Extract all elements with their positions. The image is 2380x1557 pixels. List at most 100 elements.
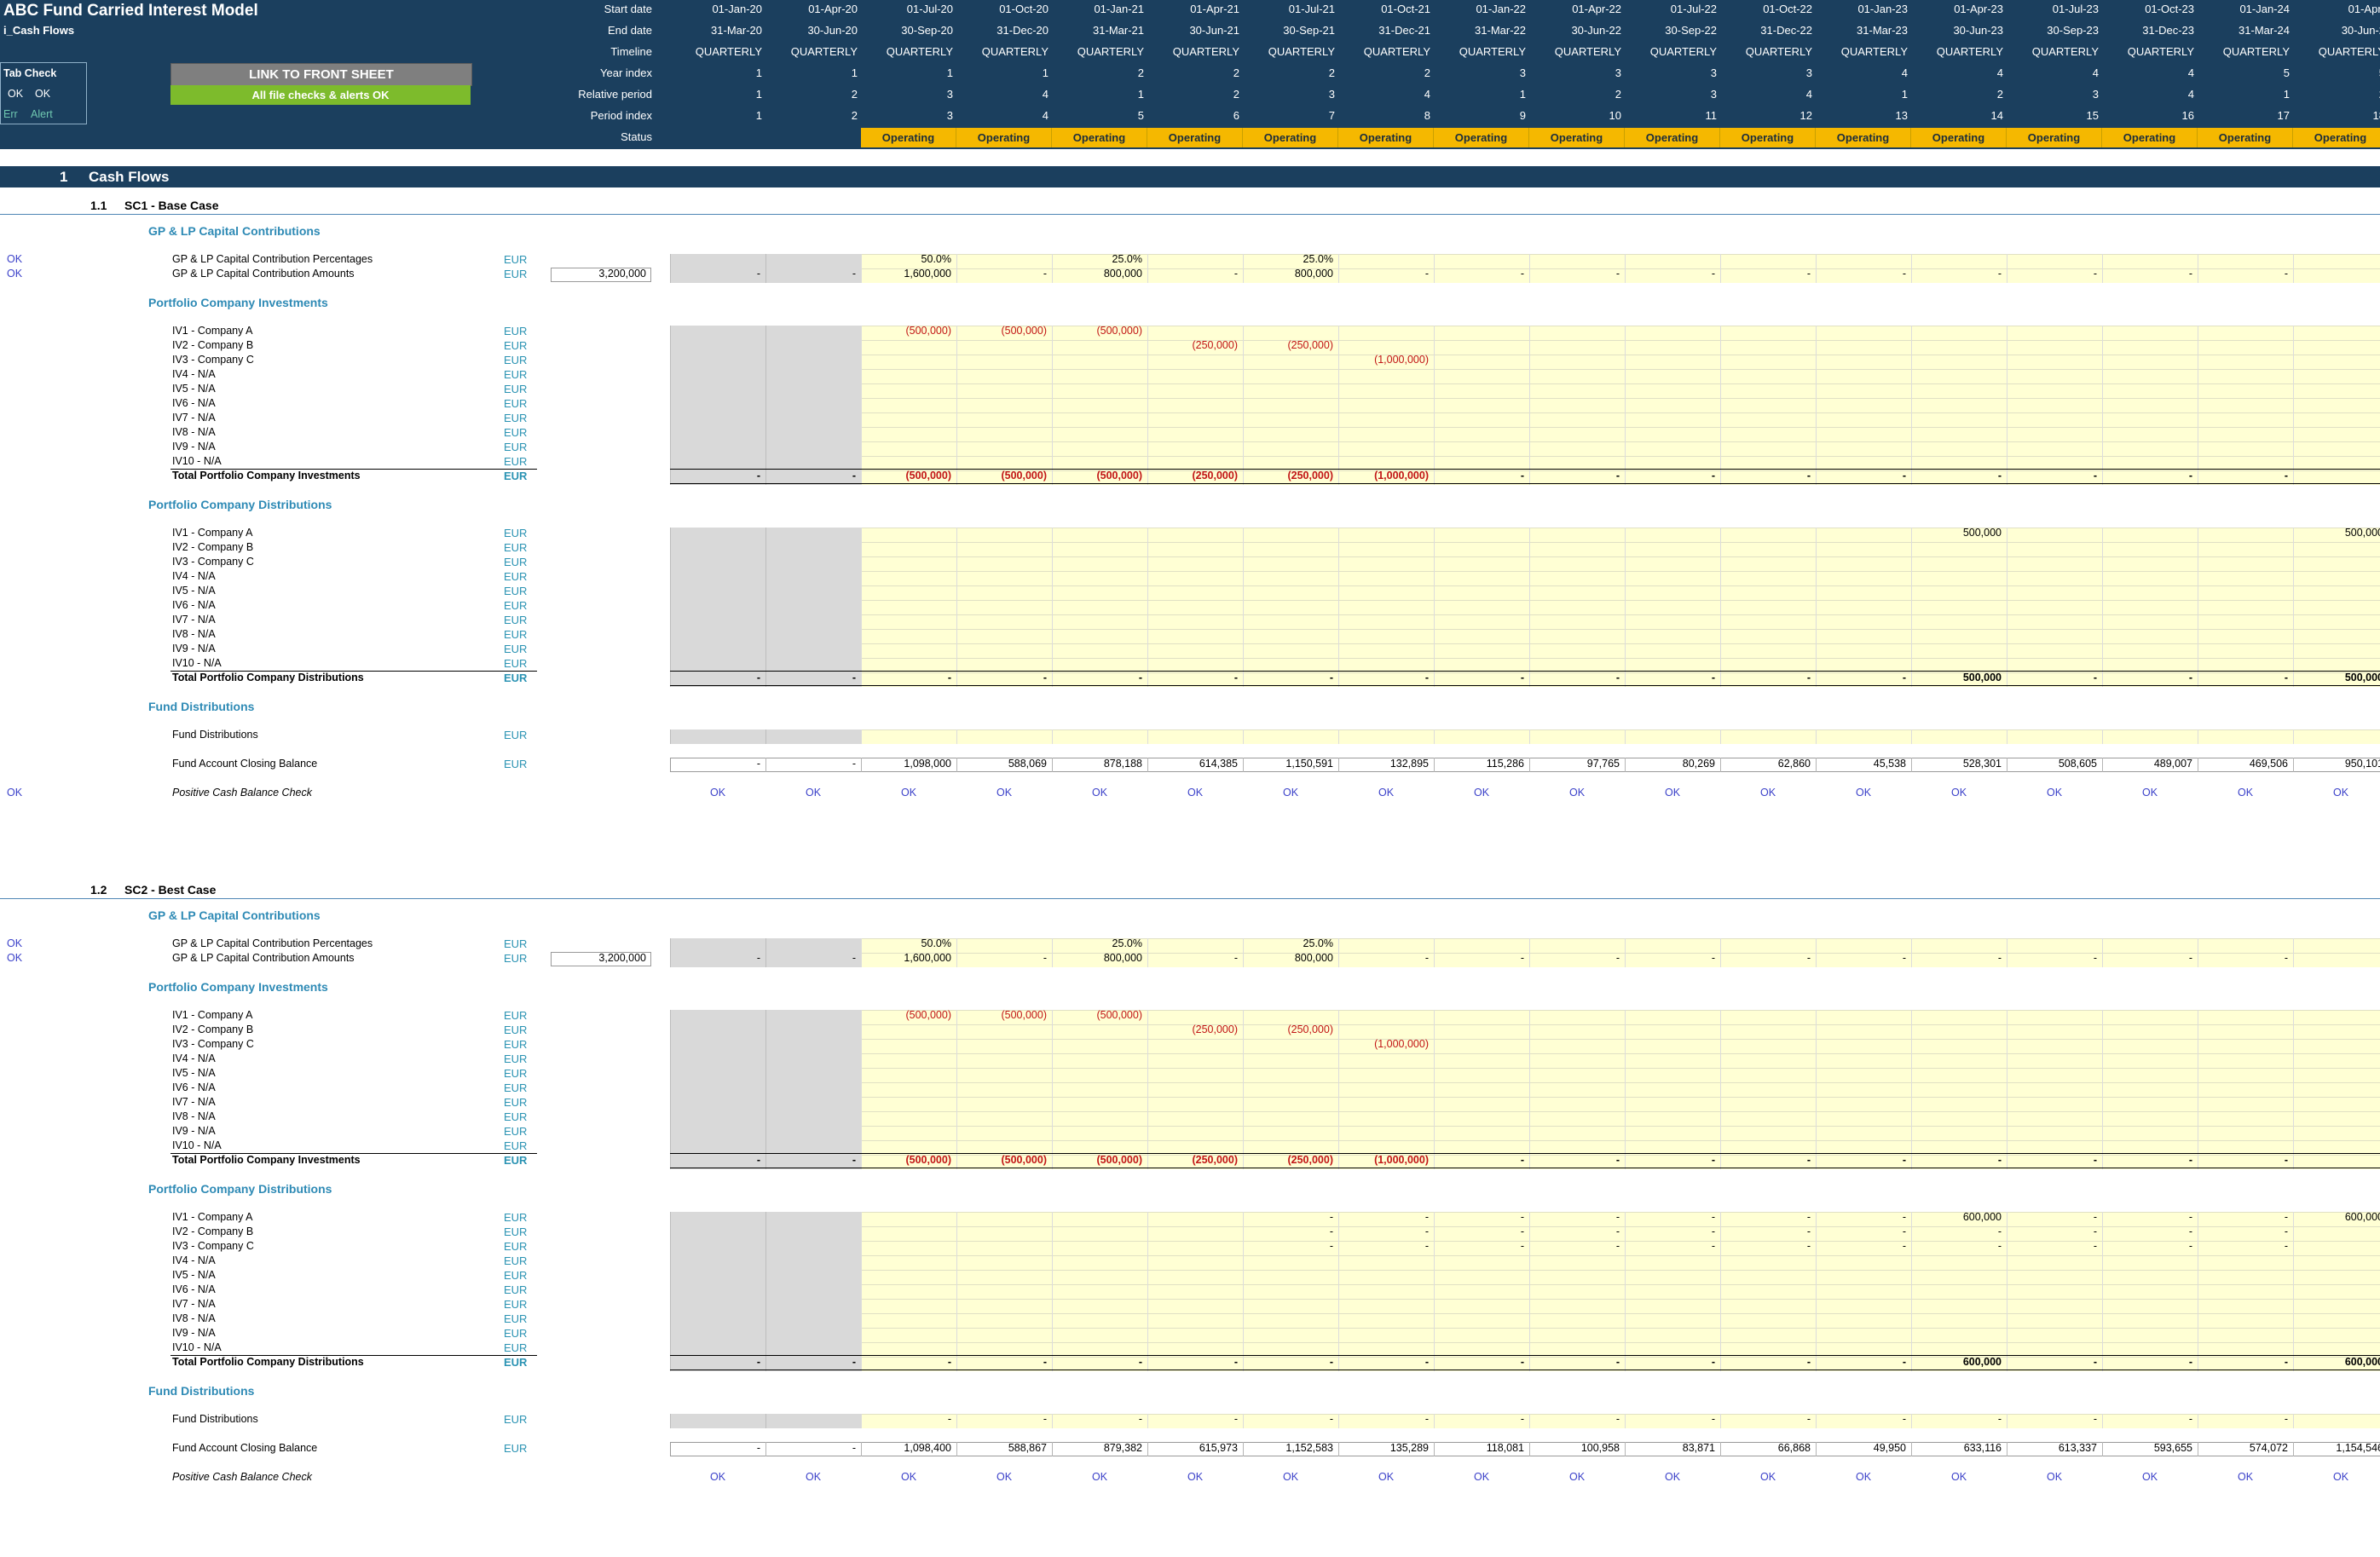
header-row-label: Relative period: [578, 88, 652, 101]
period-index-cell: 5: [1137, 109, 1144, 122]
value-cell: -: [756, 268, 760, 280]
value-cell: 25.0%: [1303, 937, 1333, 949]
value-cell: 800,000: [1294, 952, 1333, 964]
scenario-rule: [0, 214, 2380, 215]
row-unit: EUR: [504, 556, 528, 568]
row-unit: EUR: [504, 368, 528, 381]
end-date-cell: 30-Jun-2: [2341, 24, 2380, 37]
row-unit: EUR: [504, 383, 528, 395]
check-cell: OK: [996, 787, 1013, 799]
value-cell: -: [1615, 1154, 1620, 1166]
value-cell: -: [1424, 952, 1429, 964]
value-cell: 83,871: [1682, 1442, 1715, 1454]
value-cell: -: [1806, 268, 1811, 280]
value-cell: 50.0%: [921, 937, 951, 949]
year-index-cell: 2: [1233, 66, 1239, 79]
value-cell: (1,000,000): [1374, 354, 1429, 366]
row-unit: EUR: [504, 1081, 528, 1094]
value-cell: -: [1806, 470, 1811, 482]
value-cell: 80,269: [1682, 758, 1715, 770]
block-title-contributions: GP & LP Capital Contributions: [148, 224, 321, 238]
end-date-cell: 30-Sep-23: [2047, 24, 2099, 37]
value-cell: -: [2093, 1413, 2097, 1425]
header-row-label: Period index: [590, 109, 652, 122]
year-index-cell: 3: [1805, 66, 1812, 79]
check-cell: OK: [1664, 787, 1681, 799]
value-cell: 97,765: [1586, 758, 1620, 770]
row-unit: EUR: [504, 1225, 528, 1238]
relative-period-cell: 2: [1615, 88, 1621, 101]
header-row-label: Year index: [600, 66, 652, 79]
value-cell: -: [1233, 672, 1238, 683]
value-cell: (1,000,000): [1374, 470, 1429, 482]
link-to-front-sheet-button[interactable]: LINK TO FRONT SHEET: [170, 63, 472, 86]
check-cell: OK: [2141, 1471, 2158, 1483]
end-date-cell: 30-Jun-23: [1953, 24, 2003, 37]
check-cell: OK: [1568, 787, 1586, 799]
value-cell: -: [947, 1413, 951, 1425]
period-index-cell: 8: [1424, 109, 1430, 122]
value-cell: -: [756, 1442, 760, 1454]
value-cell: -: [2188, 672, 2192, 683]
year-index-cell: 5: [2290, 66, 2380, 80]
value-cell: 469,506: [2249, 758, 2288, 770]
check-cell: OK: [1282, 787, 1299, 799]
tab-check-title: Tab Check: [3, 67, 57, 79]
value-cell: -: [2284, 1225, 2288, 1237]
value-cell: (500,000): [905, 470, 951, 482]
row-unit: EUR: [504, 426, 528, 439]
total-rule: [170, 1153, 537, 1154]
relative-period-cell: 3: [2092, 88, 2099, 101]
value-cell: -: [2188, 470, 2192, 482]
value-cell: (250,000): [1287, 1024, 1333, 1035]
timeline-cell: QUARTERLY: [1649, 45, 1717, 58]
value-cell: -: [1424, 1413, 1429, 1425]
period-index-cell: 13: [1895, 109, 1908, 122]
row-check: OK: [7, 952, 23, 964]
value-cell: -: [1711, 1240, 1715, 1252]
timeline-cell: QUARTERLY: [1936, 45, 2003, 58]
value-cell: -: [756, 672, 760, 683]
value-cell: -: [1615, 672, 1620, 683]
status-cell: Operating: [1816, 128, 1911, 147]
check-cell: OK: [805, 787, 822, 799]
row-unit: EUR: [504, 354, 528, 366]
value-cell: -: [1329, 672, 1333, 683]
value-cell: -: [2093, 1154, 2097, 1166]
check-cell: OK: [1664, 1471, 1681, 1483]
start-date-cell: 01-Apr-21: [1190, 3, 1239, 15]
value-cell: -: [1711, 268, 1715, 280]
block-title-investments: Portfolio Company Investments: [148, 980, 328, 994]
value-cell: 593,655: [2153, 1442, 2192, 1454]
value-cell: -: [2188, 268, 2192, 280]
row-label: IV5 - N/A: [172, 383, 216, 395]
status-cell: Operating: [956, 128, 1052, 147]
check-cell: OK: [1855, 1471, 1872, 1483]
year-index-cell: 2: [1424, 66, 1430, 79]
start-date-cell: 01-Apr-: [2348, 3, 2380, 15]
value-cell: -: [947, 1356, 951, 1368]
period-index-cell: 11: [1705, 109, 1718, 122]
input-area-yellow: [861, 1010, 2380, 1169]
value-cell: -: [1329, 1211, 1333, 1223]
year-index-cell: 4: [2092, 66, 2099, 79]
row-label: IV4 - N/A: [172, 570, 216, 582]
check-cell: OK: [900, 1471, 917, 1483]
check-cell: OK: [1187, 1471, 1204, 1483]
value-cell: -: [1424, 672, 1429, 683]
value-cell: 500,000: [1962, 527, 2002, 539]
timeline-cell: QUARTERLY: [1268, 45, 1335, 58]
start-date-cell: 01-Jul-22: [1670, 3, 1717, 15]
row-label: IV9 - N/A: [172, 1125, 216, 1137]
value-cell: -: [1043, 1413, 1047, 1425]
row-unit: EUR: [504, 1298, 528, 1311]
timeline-cell: QUARTERLY: [695, 45, 762, 58]
row-label: IV8 - N/A: [172, 628, 216, 640]
value-cell: -: [2188, 952, 2192, 964]
value-cell: -: [2093, 1240, 2097, 1252]
value-cell: 600,000: [1962, 1211, 2002, 1223]
check-cell: OK: [709, 1471, 726, 1483]
value-cell: -: [2284, 470, 2288, 482]
value-cell: -: [1711, 1154, 1715, 1166]
start-date-cell: 01-Oct-20: [999, 3, 1048, 15]
